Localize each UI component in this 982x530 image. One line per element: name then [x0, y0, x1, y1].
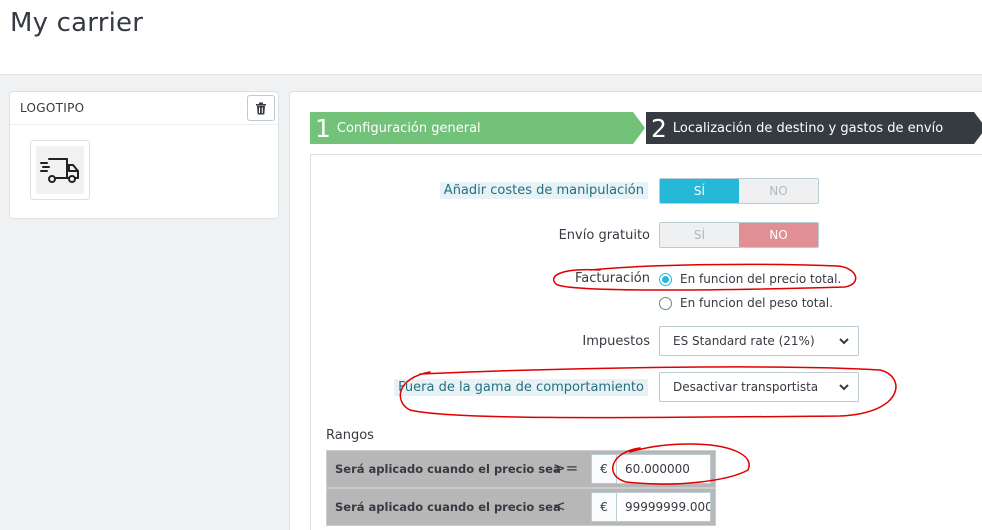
range-upper-input[interactable]: 99999999.000000: [617, 492, 711, 522]
step-general-settings[interactable]: 1 Configuración general: [310, 112, 645, 144]
ranges-title: Rangos: [326, 428, 374, 443]
billing-label: Facturación: [575, 271, 650, 286]
taxes-label: Impuestos: [582, 334, 650, 349]
currency-addon: €: [591, 454, 617, 484]
handling-costs-toggle[interactable]: SÍ NO: [659, 178, 819, 204]
chevron-down-icon: [839, 384, 849, 391]
page-title: My carrier: [10, 8, 144, 38]
radio-unchecked[interactable]: [659, 296, 672, 310]
taxes-value: ES Standard rate (21%): [673, 334, 815, 348]
range-operator: <: [553, 497, 566, 515]
handling-costs-no[interactable]: NO: [739, 179, 818, 203]
chevron-down-icon: [839, 338, 849, 345]
billing-option-label: En funcion del peso total.: [680, 296, 833, 310]
truck-icon: [40, 158, 79, 183]
trash-icon: [256, 102, 266, 114]
logo-panel: LOGOTIPO: [9, 91, 279, 219]
carrier-logo[interactable]: [30, 140, 90, 200]
logo-panel-header: LOGOTIPO: [10, 92, 278, 125]
range-label: Será aplicado cuando el precio sea: [335, 462, 561, 476]
billing-option-total-weight[interactable]: En funcion del peso total.: [659, 296, 833, 310]
radio-checked[interactable]: [659, 272, 672, 286]
free-shipping-toggle[interactable]: SÍ NO: [659, 222, 819, 248]
delete-logo-button[interactable]: [247, 95, 275, 121]
page-header: My carrier: [0, 0, 982, 75]
range-label: Será aplicado cuando el precio sea: [335, 500, 561, 514]
range-lower-input[interactable]: 60.000000: [617, 454, 711, 484]
currency-addon: €: [591, 492, 617, 522]
free-shipping-no[interactable]: NO: [739, 223, 818, 247]
billing-option-total-price[interactable]: En funcion del precio total.: [659, 272, 841, 286]
taxes-select[interactable]: ES Standard rate (21%): [659, 326, 859, 356]
step-label: Localización de destino y gastos de enví…: [672, 120, 944, 136]
range-operator: >=: [553, 459, 579, 477]
step-number: 2: [651, 113, 667, 143]
step-label: Configuración general: [336, 120, 481, 136]
free-shipping-label: Envío gratuito: [558, 228, 650, 243]
out-of-range-label: Fuera de la gama de comportamiento: [394, 379, 648, 396]
step-shipping-locations[interactable]: 2 Localización de destino y gastos de en…: [646, 112, 982, 144]
handling-costs-yes[interactable]: SÍ: [660, 179, 739, 203]
handling-costs-label: Añadir costes de manipulación: [439, 182, 648, 199]
billing-option-label: En funcion del precio total.: [680, 272, 842, 286]
out-of-range-value: Desactivar transportista: [673, 380, 819, 394]
out-of-range-select[interactable]: Desactivar transportista: [659, 372, 859, 402]
free-shipping-yes[interactable]: SÍ: [660, 223, 739, 247]
range-row-upper: Será aplicado cuando el precio sea < € 9…: [326, 488, 716, 526]
logo-panel-title: LOGOTIPO: [20, 101, 85, 115]
range-row-lower: Será aplicado cuando el precio sea >= € …: [326, 450, 716, 488]
step-number: 1: [315, 113, 331, 143]
